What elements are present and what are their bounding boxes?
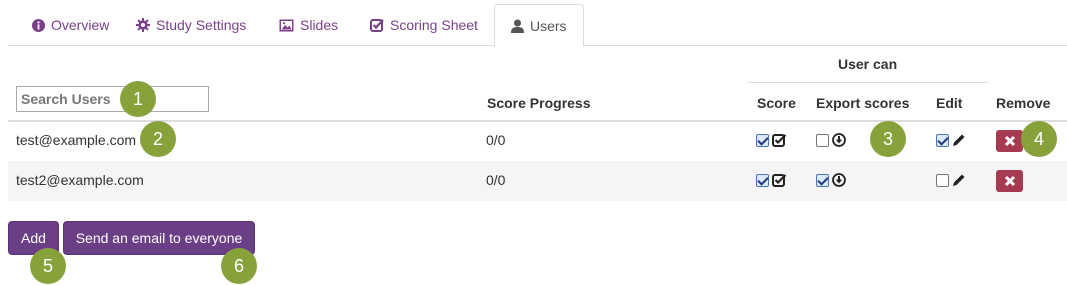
download-circle-icon — [832, 173, 846, 187]
gear-icon — [136, 18, 150, 32]
score-permission — [756, 173, 787, 187]
edit-checkbox[interactable] — [936, 173, 949, 187]
tab-users-label: Users — [530, 17, 567, 34]
check-square-icon — [370, 19, 384, 32]
score-progress-value: 0/0 — [486, 172, 506, 188]
user-icon — [511, 19, 524, 33]
column-header-score: Score — [757, 95, 796, 111]
tab-overview-label: Overview — [51, 17, 110, 33]
remove-user-button[interactable] — [996, 170, 1023, 192]
info-circle-icon — [32, 18, 45, 32]
callout-marker: 4 — [1021, 121, 1057, 157]
callout-marker: 1 — [120, 81, 156, 117]
edit-permission — [936, 133, 966, 147]
close-icon — [1004, 175, 1015, 187]
column-header-edit: Edit — [936, 95, 963, 111]
user-can-divider — [748, 82, 988, 83]
download-circle-icon — [832, 133, 846, 147]
export-checkbox[interactable] — [816, 133, 829, 147]
pencil-icon — [953, 174, 965, 186]
user-can-header: User can — [838, 56, 898, 72]
tab-slides[interactable]: Slides — [263, 4, 354, 46]
export-permission — [816, 173, 846, 187]
score-checkbox[interactable] — [756, 173, 769, 187]
column-header-score-progress: Score Progress — [487, 95, 591, 111]
picture-icon — [279, 19, 294, 31]
user-email: test2@example.com — [16, 172, 144, 188]
close-icon — [1004, 135, 1015, 147]
edit-checkbox[interactable] — [936, 133, 949, 147]
column-header-remove: Remove — [996, 95, 1051, 111]
tab-bar: Overview Study Settings Slides Scoring S… — [8, 0, 1067, 47]
check-square-icon — [772, 174, 787, 187]
tab-overview[interactable]: Overview — [16, 4, 125, 46]
column-header-export-scores: Export scores — [816, 95, 910, 111]
tab-slides-label: Slides — [300, 17, 339, 33]
user-email: test@example.com — [16, 132, 137, 148]
table-row: test2@example.com 0/0 — [8, 161, 1067, 201]
score-checkbox[interactable] — [756, 133, 769, 147]
callout-marker: 2 — [140, 121, 176, 157]
pencil-icon — [953, 134, 965, 146]
email-everyone-button[interactable]: Send an email to everyone — [63, 221, 255, 255]
remove-user-button[interactable] — [996, 130, 1023, 152]
callout-marker: 3 — [870, 121, 906, 157]
tab-scoring-sheet-label: Scoring Sheet — [390, 17, 478, 33]
score-permission — [756, 133, 787, 147]
tab-study-settings-label: Study Settings — [156, 17, 247, 33]
tab-users[interactable]: Users — [494, 4, 584, 47]
callout-marker: 5 — [30, 248, 66, 284]
export-permission — [816, 133, 846, 147]
search-users-input[interactable] — [16, 86, 209, 112]
edit-permission — [936, 173, 966, 187]
tab-scoring-sheet[interactable]: Scoring Sheet — [354, 4, 494, 46]
tab-study-settings[interactable]: Study Settings — [120, 4, 262, 46]
export-checkbox[interactable] — [816, 173, 829, 187]
check-square-icon — [772, 134, 787, 147]
score-progress-value: 0/0 — [486, 132, 506, 148]
callout-marker: 6 — [221, 248, 257, 284]
